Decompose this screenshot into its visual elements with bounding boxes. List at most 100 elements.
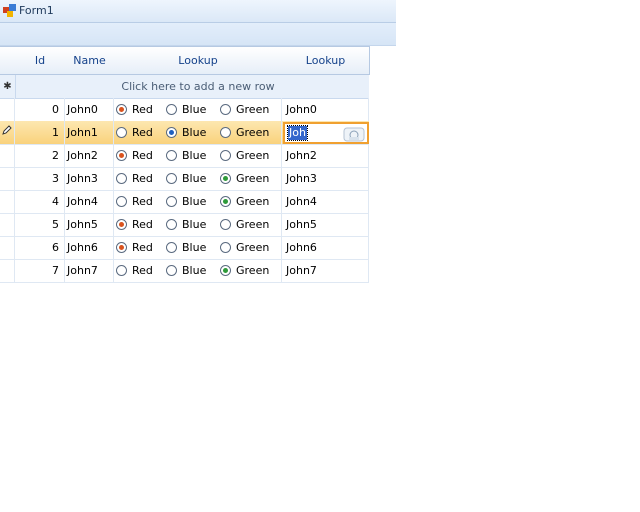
header-name[interactable]: Name [65, 46, 115, 75]
cell-id[interactable]: 5 [15, 213, 65, 236]
row-indicator[interactable] [0, 121, 15, 144]
row-indicator[interactable] [0, 190, 15, 213]
radio-circle-icon[interactable] [166, 219, 177, 230]
cell-name[interactable]: John0 [65, 98, 114, 121]
new-row[interactable]: ✱ Click here to add a new row [0, 75, 369, 99]
cell-lookup-radio[interactable]: Red Blue Green [114, 259, 282, 282]
header-row-indicator [0, 46, 16, 75]
radio-circle-icon[interactable] [220, 265, 231, 276]
cell-editor[interactable]: Joh [283, 122, 369, 144]
cell-name[interactable]: John1 [65, 121, 114, 144]
table-row[interactable]: 0 John0 Red Blue Green John0 [0, 98, 369, 122]
radio-circle-icon[interactable] [116, 173, 127, 184]
radio-circle-icon[interactable] [220, 196, 231, 207]
radio-circle-icon[interactable] [116, 150, 127, 161]
table-row[interactable]: 7 John7 Red Blue Green John7 [0, 259, 369, 283]
radio-circle-icon[interactable] [116, 104, 127, 115]
cell-name[interactable]: John5 [65, 213, 114, 236]
cell-name[interactable]: John3 [65, 167, 114, 190]
radio-circle-icon[interactable] [220, 127, 231, 138]
cell-id[interactable]: 3 [15, 167, 65, 190]
radio-selected-dot-icon [169, 130, 174, 135]
editor-input[interactable]: Joh [287, 125, 308, 141]
radio-circle-icon[interactable] [166, 196, 177, 207]
new-row-text[interactable]: Click here to add a new row [114, 75, 282, 98]
radio-selected-dot-icon [119, 222, 124, 227]
radio-circle-icon[interactable] [116, 196, 127, 207]
cell-id[interactable]: 1 [15, 121, 65, 144]
radio-circle-icon[interactable] [166, 265, 177, 276]
table-row[interactable]: 6 John6 Red Blue Green John6 [0, 236, 369, 260]
row-indicator[interactable] [0, 98, 15, 121]
cell-lookup-text[interactable]: John7 [282, 259, 369, 282]
radio-selected-dot-icon [119, 153, 124, 158]
radio-label: Blue [182, 195, 207, 208]
cell-lookup-text[interactable]: John0 [282, 98, 369, 121]
cell-lookup-text[interactable]: John6 [282, 236, 369, 259]
cell-lookup-text[interactable]: John5 [282, 213, 369, 236]
window-title: Form1 [19, 4, 54, 17]
radio-selected-dot-icon [223, 268, 228, 273]
row-indicator[interactable] [0, 167, 15, 190]
cell-name[interactable]: John7 [65, 259, 114, 282]
table-row[interactable]: 3 John3 Red Blue Green John3 [0, 167, 369, 191]
cell-id[interactable]: 7 [15, 259, 65, 282]
form-app-icon [3, 4, 16, 17]
editor-dropdown-icon[interactable] [343, 127, 365, 142]
header-lookup-text[interactable]: Lookup [282, 46, 370, 75]
radio-circle-icon[interactable] [166, 104, 177, 115]
toolbar-strip [0, 23, 396, 46]
radio-circle-icon[interactable] [166, 150, 177, 161]
radio-circle-icon[interactable] [116, 265, 127, 276]
radio-selected-dot-icon [119, 245, 124, 250]
row-indicator[interactable] [0, 144, 15, 167]
table-row[interactable]: 2 John2 Red Blue Green John2 [0, 144, 369, 168]
cell-id[interactable]: 4 [15, 190, 65, 213]
radio-selected-dot-icon [223, 176, 228, 181]
cell-id[interactable]: 0 [15, 98, 65, 121]
cell-lookup-radio[interactable]: Red Blue Green [114, 144, 282, 167]
cell-lookup-text[interactable]: John3 [282, 167, 369, 190]
cell-id[interactable]: 6 [15, 236, 65, 259]
cell-name[interactable]: John2 [65, 144, 114, 167]
window-titlebar: Form1 [0, 0, 396, 23]
cell-lookup-radio[interactable]: Red Blue Green [114, 236, 282, 259]
table-row[interactable]: 5 John5 Red Blue Green John5 [0, 213, 369, 237]
cell-lookup-text[interactable]: John4 [282, 190, 369, 213]
radio-circle-icon[interactable] [166, 242, 177, 253]
cell-lookup-text[interactable]: John2 [282, 144, 369, 167]
row-indicator[interactable] [0, 213, 15, 236]
radio-circle-icon[interactable] [220, 104, 231, 115]
cell-id[interactable]: 2 [15, 144, 65, 167]
row-indicator[interactable] [0, 259, 15, 282]
cell-lookup-radio[interactable]: Red Blue Green [114, 167, 282, 190]
cell-lookup-radio[interactable]: Red Blue Green [114, 213, 282, 236]
table-row[interactable]: 1 John1 Red Blue Green Joh [0, 121, 369, 145]
table-row[interactable]: 4 John4 Red Blue Green John4 [0, 190, 369, 214]
radio-circle-icon[interactable] [116, 219, 127, 230]
radio-label: Green [236, 264, 270, 277]
header-id[interactable]: Id [15, 46, 66, 75]
cell-name[interactable]: John4 [65, 190, 114, 213]
row-indicator[interactable] [0, 236, 15, 259]
radio-circle-icon[interactable] [116, 127, 127, 138]
radio-circle-icon[interactable] [116, 242, 127, 253]
radio-circle-icon[interactable] [220, 150, 231, 161]
radio-label: Red [132, 195, 153, 208]
cell-lookup-radio[interactable]: Red Blue Green [114, 98, 282, 121]
radio-circle-icon[interactable] [220, 219, 231, 230]
cell-lookup-radio[interactable]: Red Blue Green [114, 121, 282, 144]
header-lookup-radio[interactable]: Lookup [114, 46, 283, 75]
radio-circle-icon[interactable] [166, 127, 177, 138]
radio-circle-icon[interactable] [166, 173, 177, 184]
cell-lookup-radio[interactable]: Red Blue Green [114, 190, 282, 213]
radio-label: Blue [182, 264, 207, 277]
data-grid[interactable]: Id Name Lookup Lookup ✱ Click here to ad… [0, 46, 370, 290]
radio-circle-icon[interactable] [220, 173, 231, 184]
cell-name[interactable]: John6 [65, 236, 114, 259]
radio-label: Red [132, 149, 153, 162]
radio-label: Blue [182, 103, 207, 116]
radio-label: Green [236, 218, 270, 231]
radio-circle-icon[interactable] [220, 242, 231, 253]
radio-selected-dot-icon [223, 199, 228, 204]
